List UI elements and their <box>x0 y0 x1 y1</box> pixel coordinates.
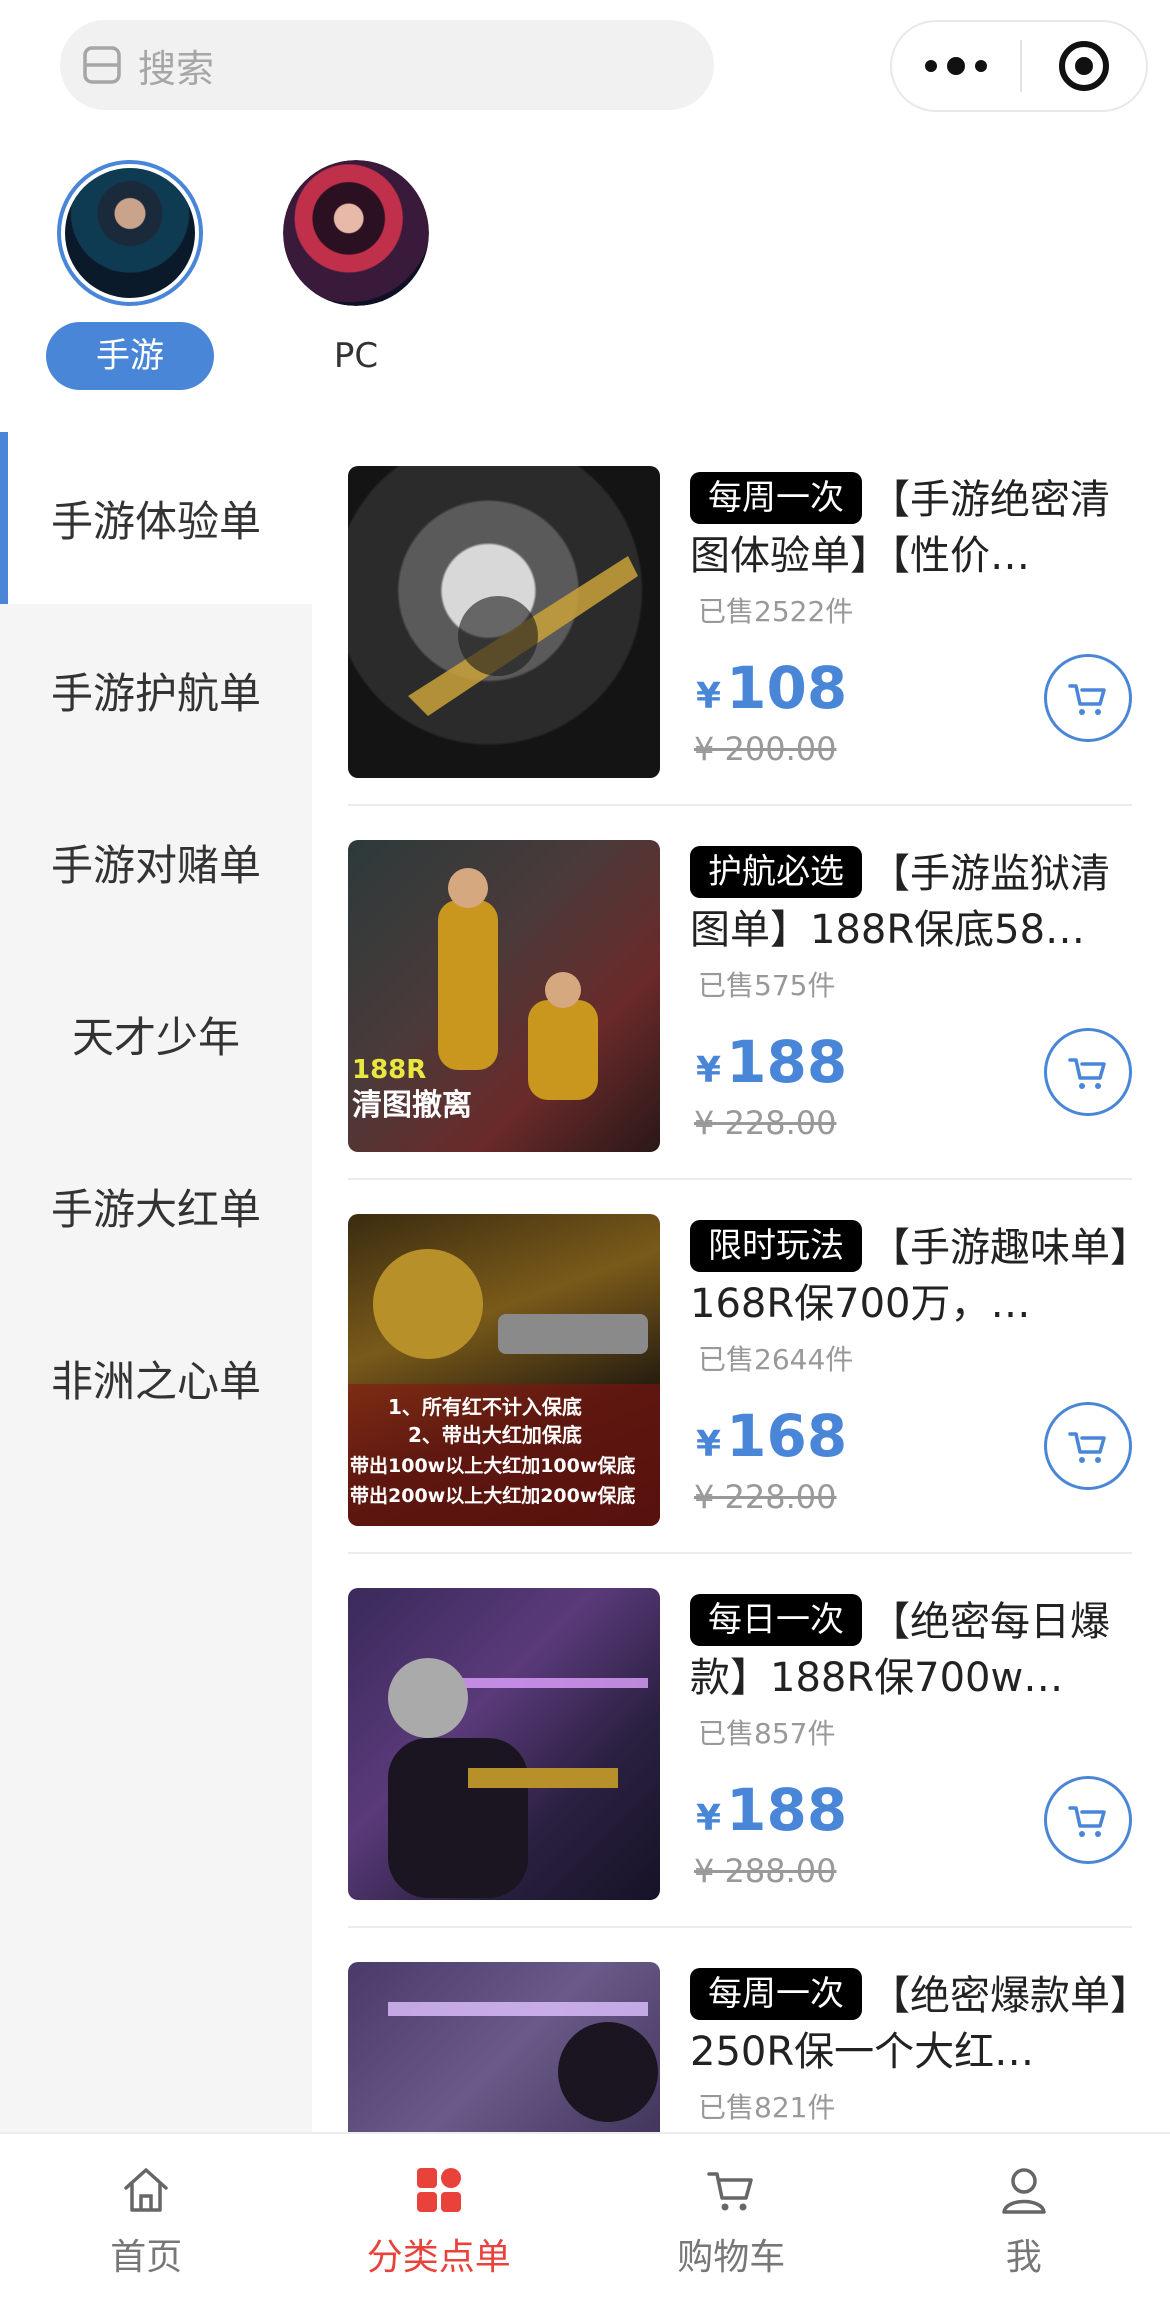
product-card[interactable]: 1、所有红不计入保底 2、带出大红加保底带出100w以上大红加100w保底 带出20… <box>348 1180 1132 1554</box>
nav-label: 分类点单 <box>366 2237 511 2278</box>
product-old-price: ¥ 288.00 <box>694 1852 837 1890</box>
product-sold-count: 已售2522件 <box>698 595 854 628</box>
product-tag: 每日一次 <box>690 1594 862 1646</box>
price-currency: ¥ <box>696 1424 722 1465</box>
category-tab-mobile[interactable]: 手游 <box>30 160 230 390</box>
product-card[interactable]: 188R 清图撤离 护航必选 【手游监狱清图单】188R保底58… 已售575件 ¥… <box>348 806 1132 1180</box>
product-price: 188 <box>726 1776 848 1844</box>
price-currency: ¥ <box>696 676 722 717</box>
svg-text:1、所有红不计入保底: 1、所有红不计入保底 <box>388 1395 582 1419</box>
svg-text:带出200w以上大红加200w保底: 带出200w以上大红加200w保底 <box>350 1484 635 1507</box>
cart-icon <box>1068 1806 1106 1837</box>
product-tag: 护航必选 <box>690 846 862 898</box>
product-image <box>348 1588 660 1900</box>
category-label: 手游 <box>46 322 214 390</box>
product-card[interactable]: 每日一次 【绝密每日爆款】188R保700w… 已售857件 ¥ 188 ¥ 28… <box>348 1554 1132 1928</box>
close-icon[interactable] <box>1022 22 1146 110</box>
more-icon[interactable] <box>892 22 1020 110</box>
product-image: 1、所有红不计入保底 2、带出大红加保底带出100w以上大红加100w保底 带出20… <box>348 1214 660 1526</box>
product-sold-count: 已售821件 <box>698 2091 836 2124</box>
product-sold-count: 已售2644件 <box>698 1343 854 1376</box>
product-sold-count: 已售857件 <box>698 1717 836 1750</box>
add-to-cart-button[interactable] <box>1044 1776 1132 1864</box>
scan-icon <box>82 45 122 85</box>
category-tab-pc[interactable]: PC <box>256 160 456 390</box>
price-currency: ¥ <box>696 1050 722 1091</box>
product-old-price: ¥ 228.00 <box>694 1104 837 1142</box>
bottom-nav: 首页 分类点单 购物车 我 <box>0 2132 1170 2316</box>
product-price: 188 <box>726 1028 848 1096</box>
product-old-price: ¥ 200.00 <box>694 730 837 768</box>
cart-icon <box>1068 1432 1106 1463</box>
nav-me[interactable]: 我 <box>878 2134 1170 2316</box>
nav-label: 首页 <box>110 2237 183 2278</box>
cart-icon <box>1068 1058 1106 1089</box>
nav-label: 我 <box>1005 2237 1042 2278</box>
category-avatar <box>283 160 429 306</box>
price-currency: ¥ <box>696 1798 722 1839</box>
search-placeholder: 搜索 <box>138 46 215 91</box>
nav-category[interactable]: 分类点单 <box>293 2134 586 2316</box>
add-to-cart-button[interactable] <box>1044 1402 1132 1490</box>
product-tag: 每周一次 <box>690 1968 862 2020</box>
product-card[interactable]: 每周一次 【绝密爆款单】250R保一个大红… 已售821件 <box>348 1928 1132 2132</box>
product-image: 188R 清图撤离 <box>348 840 660 1152</box>
user-icon <box>1002 2168 1046 2214</box>
sidebar-item-escort[interactable]: 手游护航单 <box>0 604 312 776</box>
nav-label: 购物车 <box>677 2237 786 2278</box>
cart-icon <box>707 2172 753 2211</box>
sidebar: 手游体验单 手游护航单 手游对赌单 天才少年 手游大红单 非洲之心单 <box>0 432 312 2132</box>
category-avatar <box>57 160 203 306</box>
category-icon <box>416 2168 461 2212</box>
sidebar-item-trial[interactable]: 手游体验单 <box>0 432 312 604</box>
product-image <box>348 466 660 778</box>
svg-text:清图撤离: 清图撤离 <box>352 1088 472 1123</box>
search-input[interactable]: 搜索 <box>60 20 714 110</box>
product-old-price: ¥ 228.00 <box>694 1478 837 1516</box>
product-image <box>348 1962 660 2132</box>
sidebar-item-big-red[interactable]: 手游大红单 <box>0 1120 312 1292</box>
svg-text:带出100w以上大红加100w保底: 带出100w以上大红加100w保底 <box>350 1454 635 1477</box>
sidebar-item-bet[interactable]: 手游对赌单 <box>0 776 312 948</box>
product-tag: 每周一次 <box>690 472 862 524</box>
nav-cart[interactable]: 购物车 <box>585 2134 878 2316</box>
add-to-cart-button[interactable] <box>1044 654 1132 742</box>
sidebar-item-africa-heart[interactable]: 非洲之心单 <box>0 1292 312 1464</box>
product-price: 168 <box>726 1402 848 1470</box>
cart-icon <box>1068 684 1106 715</box>
category-label: PC <box>333 336 379 376</box>
product-price: 108 <box>726 654 848 722</box>
home-icon <box>124 2168 168 2212</box>
sidebar-item-genius[interactable]: 天才少年 <box>0 948 312 1120</box>
svg-text:2、带出大红加保底: 2、带出大红加保底 <box>408 1423 582 1447</box>
product-tag: 限时玩法 <box>690 1220 862 1272</box>
miniprogram-capsule <box>890 20 1148 112</box>
svg-text:188R: 188R <box>352 1055 426 1085</box>
nav-home[interactable]: 首页 <box>0 2134 293 2316</box>
product-list: 每周一次 【手游绝密清图体验单】【性价… 已售2522件 ¥ 108 ¥ 200.… <box>348 432 1132 2132</box>
add-to-cart-button[interactable] <box>1044 1028 1132 1116</box>
product-card[interactable]: 每周一次 【手游绝密清图体验单】【性价… 已售2522件 ¥ 108 ¥ 200.… <box>348 432 1132 806</box>
product-sold-count: 已售575件 <box>698 969 836 1002</box>
